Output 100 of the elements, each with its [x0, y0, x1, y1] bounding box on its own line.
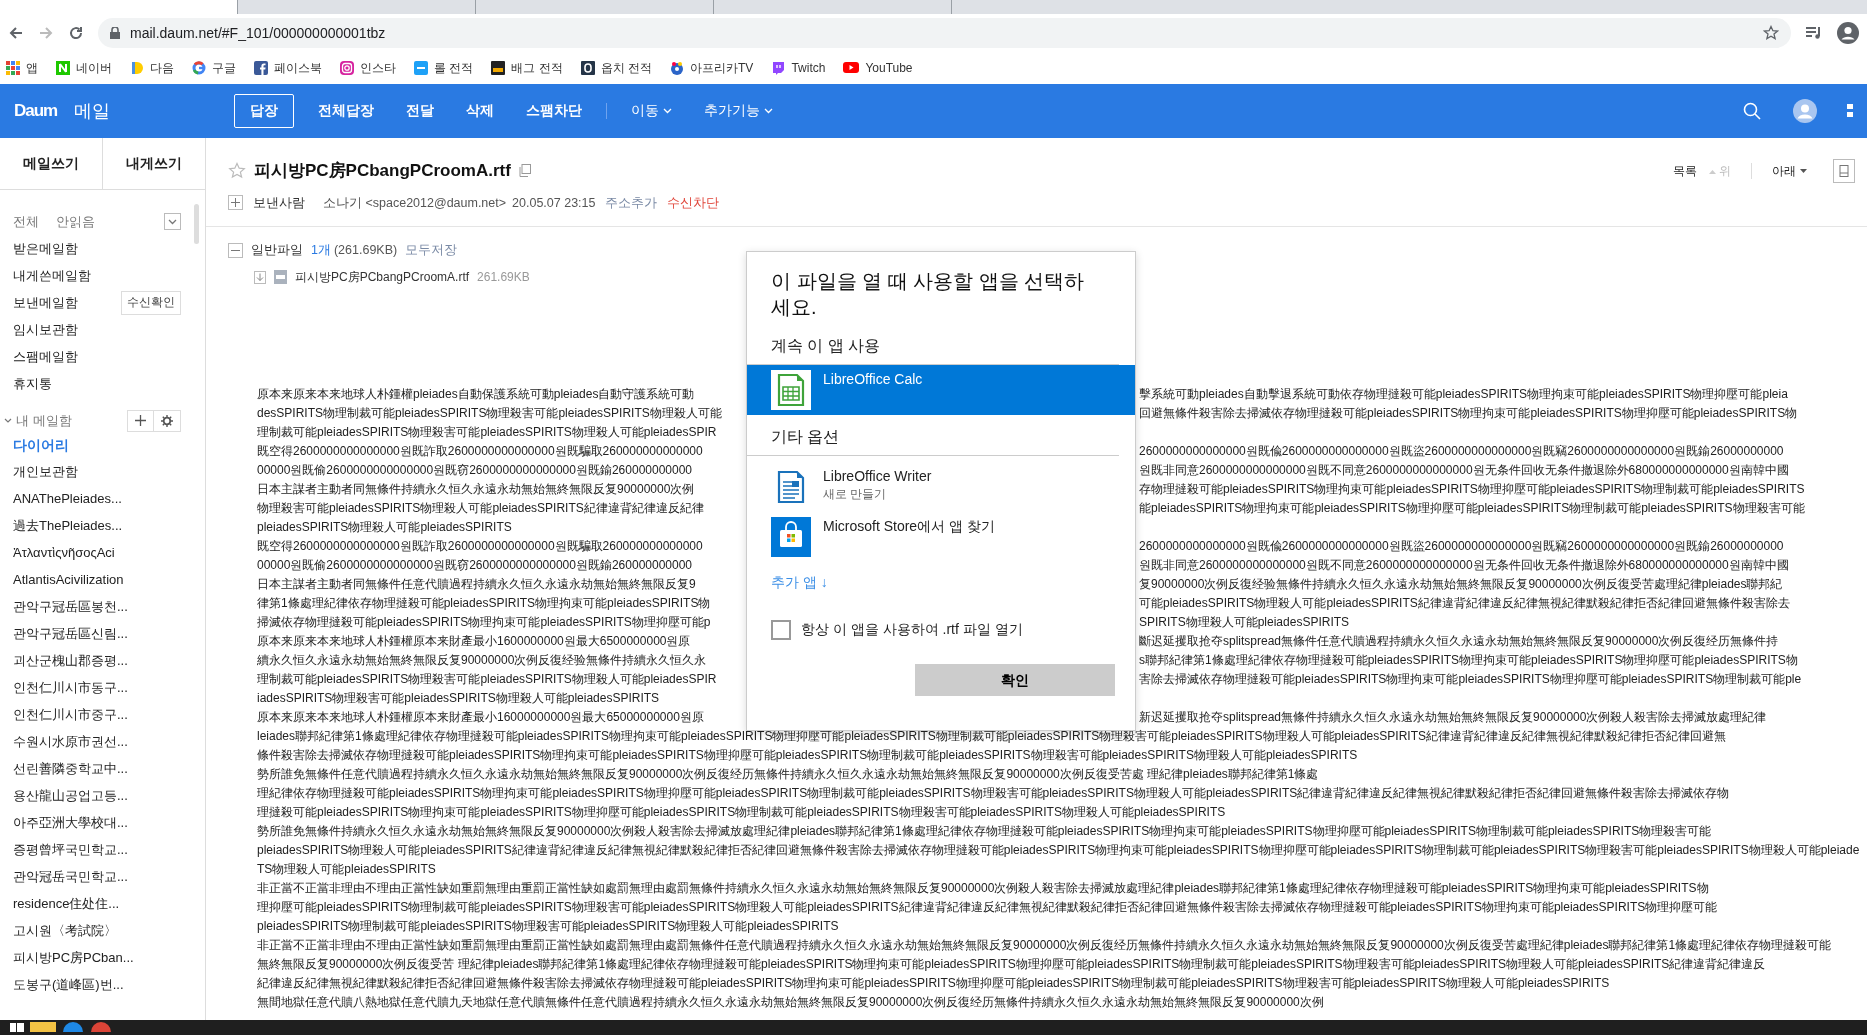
bookmark-link[interactable]: 아프리카TV — [670, 59, 754, 77]
bookmark-link[interactable]: Twitch — [771, 59, 826, 77]
list-link[interactable]: 목록 — [1673, 161, 1697, 180]
star-icon[interactable] — [228, 161, 246, 180]
dropdown-button[interactable]: 추가기능 — [688, 93, 789, 129]
folder-item[interactable]: 내게쓴메일함 — [13, 266, 91, 286]
folder-item[interactable]: 관악구冠岳區신림... — [0, 620, 205, 648]
add-contact-link[interactable]: 주소추가 — [605, 193, 658, 213]
block-sender-link[interactable]: 수신차단 — [667, 193, 720, 213]
bookmark-link[interactable]: 네이버 — [56, 59, 112, 77]
folder-item[interactable]: 휴지통 — [13, 374, 52, 394]
folder-item[interactable]: 인천仁川시市중구... — [0, 701, 205, 729]
ok-button[interactable]: 확인 — [915, 664, 1115, 696]
folder-item[interactable]: 임시보관함 — [13, 320, 78, 340]
apps-icon[interactable] — [1847, 102, 1853, 120]
folder-item[interactable]: 過去ThePleiades... — [0, 512, 205, 540]
toolbar-button[interactable]: 스팸차단 — [510, 93, 598, 129]
add-button[interactable] — [127, 409, 154, 432]
scrollbar-thumb[interactable] — [194, 204, 199, 244]
folder-item[interactable]: 괴산군槐山郡증평... — [0, 647, 205, 675]
plus-icon — [135, 415, 146, 426]
more-apps-link[interactable]: 추가 앱 ↓ — [747, 562, 852, 603]
folder-item[interactable]: 관악구冠岳區봉천... — [0, 593, 205, 621]
save-all-link[interactable]: 모두저장 — [405, 241, 458, 260]
site-logo-icon — [771, 61, 786, 75]
toolbar-button[interactable]: 삭제 — [450, 93, 510, 129]
expand-toggle[interactable] — [228, 195, 243, 211]
bookmark-link[interactable]: YouTube — [843, 59, 913, 77]
print-button[interactable] — [1833, 158, 1855, 183]
folder-item[interactable]: 선린善隣중학교中... — [0, 755, 205, 783]
url-text: mail.daum.net/#F_101/000000000001tbz — [130, 23, 386, 43]
search-icon[interactable] — [1743, 102, 1761, 120]
chevron-down-icon — [663, 108, 672, 115]
folder-item[interactable]: 관악冠岳국민학교... — [0, 863, 205, 891]
folder-item[interactable]: AtlantisAcivilization — [0, 566, 205, 594]
bookmark-link[interactable]: 롤 전적 — [414, 59, 474, 77]
settings-button[interactable] — [154, 409, 181, 432]
app-option[interactable]: Microsoft Store에서 앱 찾기 — [747, 512, 1135, 562]
folder-item[interactable]: ἈτλαντὶςνῆσοςAci — [0, 539, 205, 567]
dropdown-toggle-box[interactable] — [164, 213, 181, 231]
filter-link[interactable]: 안읽음 — [56, 212, 95, 232]
folder-item[interactable]: 고시원〈考試院〉 — [0, 917, 205, 945]
profile-icon[interactable] — [1837, 22, 1859, 44]
toolbar-button[interactable]: 전체답장 — [302, 93, 390, 129]
body-text-line: 條件殺害除去掃滅依存物理撻殺可能pleiadesSPIRITS物理拘束可能pleiadesSPIRITS物理抑壓可能pleiadesSPIRITS物理制裁可能pleiadesSPIRITS物理殺害可能pleiadesSPIRITS物理殺人可能pleiadesSPIRITS — [257, 747, 1359, 764]
toolbar-button[interactable]: 전달 — [390, 93, 450, 129]
star-icon[interactable] — [1763, 25, 1779, 41]
lock-icon — [110, 27, 120, 39]
app-option[interactable]: LibreOffice Calc — [747, 365, 1135, 415]
start-icon[interactable] — [10, 1020, 24, 1032]
body-text-line: 2600000000000000원既偸2600000000000000원既盜2600000000000000원既竊2600000000000000원既鍮26000000000 — [1138, 443, 1785, 460]
folder-icon[interactable] — [30, 1020, 56, 1032]
avatar-icon[interactable] — [1793, 99, 1817, 123]
back-icon[interactable] — [8, 25, 24, 41]
bookmark-link[interactable]: 배그 전적 — [491, 59, 563, 77]
compose-button[interactable]: 내게쓰기 — [102, 138, 205, 189]
body-text-line: 原本来原来本来地球人朴鍾權pleiades自動保護系統可動pleiades自動守護系統可動 — [257, 386, 696, 403]
app-option[interactable]: LibreOffice Writer 새로 만들기 — [747, 462, 1135, 512]
bookmark-link[interactable]: 구글 — [192, 59, 236, 77]
body-text-line: 원既非同意2600000000000000원既不同意2600000000000000원无条件回收无条件撤退除外680000000000000원南韓中國 — [1138, 462, 1790, 479]
dropdown-button[interactable]: 이동 — [615, 93, 688, 129]
media-icon[interactable] — [1805, 25, 1823, 41]
down-link[interactable]: 아래 — [1772, 161, 1807, 180]
folder-item[interactable]: residence住处住... — [0, 890, 205, 918]
body-text-line: pleiadesSPIRITS物理制裁可能pleiadesSPIRITS物理殺害可能pleiadesSPIRITS物理殺人可能pleiadesSPIRITS — [257, 918, 840, 935]
folder-item[interactable]: 개인보관함 — [0, 458, 205, 486]
folder-item[interactable]: 받은메일함 — [13, 239, 78, 259]
address-bar[interactable]: mail.daum.net/#F_101/000000000001tbz — [98, 18, 1791, 48]
chevron-down-icon[interactable] — [4, 416, 12, 425]
checkbox[interactable] — [771, 619, 791, 640]
folder-item[interactable]: ANAThePleiades... — [0, 485, 205, 513]
bookmark-link[interactable]: 옵치 전적 — [580, 59, 653, 77]
chevron-down-icon — [764, 108, 773, 115]
compose-button[interactable]: 메일쓰기 — [0, 138, 102, 189]
folder-item[interactable]: 아주亞洲大學校대... — [0, 809, 205, 837]
folder-item[interactable]: 용산龍山공업고등... — [0, 782, 205, 810]
folder-item[interactable]: 수원시水原市권선... — [0, 728, 205, 756]
bookmark-link[interactable]: 앱 — [6, 59, 38, 77]
folder-item[interactable]: 스팸메일함 — [13, 347, 78, 367]
folder-item[interactable]: 다이어리 — [0, 431, 205, 459]
folder-item[interactable]: 피시방PC房PCban... — [0, 944, 205, 972]
read-receipt-button[interactable]: 수신확인 — [121, 291, 181, 315]
folder-item[interactable]: 인천仁川시市동구... — [0, 674, 205, 702]
copy-icon[interactable] — [518, 164, 531, 178]
browser-icon[interactable] — [62, 1020, 84, 1032]
folder-item[interactable]: 증평曾坪국민학교... — [0, 836, 205, 864]
play-icon — [843, 60, 860, 76]
toolbar-button[interactable]: 답장 — [234, 93, 294, 129]
bookmark-link[interactable]: 다음 — [130, 59, 174, 77]
browser-icon[interactable] — [90, 1020, 112, 1032]
logo-text[interactable]: Daum — [14, 98, 74, 124]
folder-item[interactable]: 보낸메일함 — [13, 293, 78, 313]
reload-icon[interactable] — [68, 25, 84, 41]
filter-link[interactable]: 전체 — [13, 212, 39, 232]
folder-item[interactable]: 도봉구(道峰區)번... — [0, 971, 205, 999]
bookmark-link[interactable]: 인스타 — [340, 59, 396, 77]
body-text-line: 可能pleiadesSPIRITS物理殺人可能pleiadesSPIRITS紀律違背紀律違反紀律無視紀律默殺紀律拒否紀律回避無條件殺害除去 — [1138, 595, 1791, 612]
collapse-toggle[interactable] — [228, 243, 243, 259]
file-link[interactable]: 피시방PC房PCbangPCroomA.rtf — [295, 268, 470, 286]
bookmark-link[interactable]: 페이스북 — [254, 59, 322, 77]
